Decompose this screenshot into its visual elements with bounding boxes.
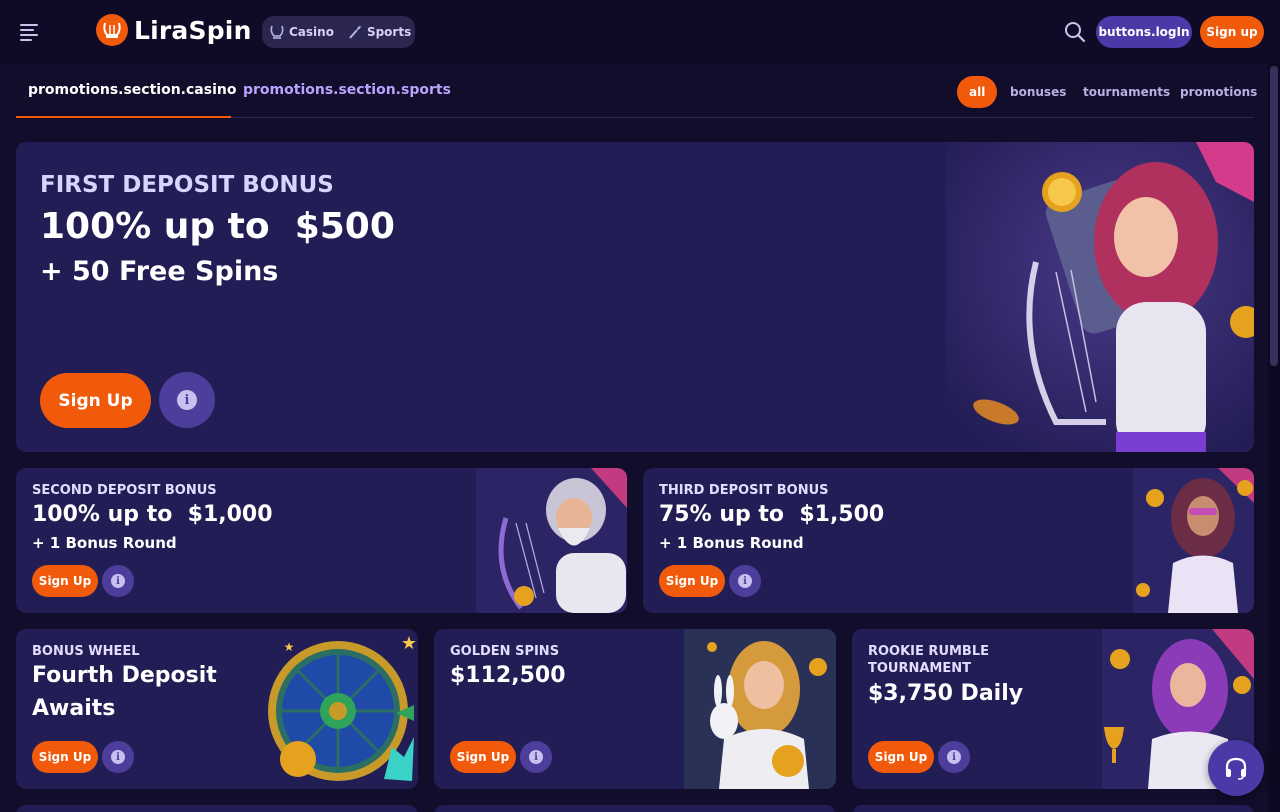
zeus-harp-illustration [476,468,627,613]
promo-card-rookie-rumble: ROOKIE RUMBLE TOURNAMENT $3,750 Daily Si… [852,629,1254,789]
card-eyebrow: SECOND DEPOSIT BONUS [32,483,217,498]
info-icon: i [529,750,543,764]
info-icon: i [947,750,961,764]
svg-text:★: ★ [284,640,295,654]
card-signup-button[interactable]: Sign Up [32,741,98,773]
info-icon: i [111,574,125,588]
card-signup-button[interactable]: Sign Up [659,565,725,597]
card-title: $3,750 Daily [868,681,1024,706]
svg-text:★: ★ [401,633,417,654]
card-info-button[interactable]: i [102,565,134,597]
card-info-button[interactable]: i [729,565,761,597]
mode-casino[interactable]: Casino [270,25,334,39]
promo-card-peek [434,805,836,812]
card-eyebrow-line2: TOURNAMENT [868,661,971,676]
hero-title: 100% up to $500 [40,206,395,247]
filter-all[interactable]: all [957,76,998,108]
mode-casino-label: Casino [289,25,334,39]
card-eyebrow: BONUS WHEEL [32,644,140,659]
filter-promotions[interactable]: promotions [1180,76,1257,108]
card-info-button[interactable]: i [520,741,552,773]
card-info-button[interactable]: i [938,741,970,773]
card-title: 100% up to $1,000 [32,502,273,527]
card-eyebrow-line1: ROOKIE RUMBLE [868,644,990,659]
tab-casino[interactable]: promotions.section.casino [28,82,236,98]
logo[interactable]: LiraSpin [96,14,252,46]
mode-sports-label: Sports [366,25,412,39]
signup-button-header[interactable]: Sign up [1200,16,1264,48]
hero-info-button[interactable]: i [159,372,215,428]
hero-signup-button[interactable]: Sign Up [40,373,151,428]
card-signup-button[interactable]: Sign Up [450,741,516,773]
card-eyebrow: GOLDEN SPINS [450,644,560,659]
promo-card-peek [16,805,418,812]
login-button[interactable]: buttons.logIn [1096,16,1192,48]
card-title: $112,500 [450,663,566,688]
promo-card-third-deposit: THIRD DEPOSIT BONUS 75% up to $1,500 + 1… [643,468,1254,613]
hero-goddess-illustration [946,142,1254,452]
card-eyebrow: THIRD DEPOSIT BONUS [659,483,829,498]
card-info-button[interactable]: i [102,741,134,773]
card-title-line1: Fourth Deposit [32,663,217,688]
info-icon: i [738,574,752,588]
card-subtitle: + 1 Bonus Round [659,534,804,552]
support-chat-button[interactable] [1208,740,1264,796]
menu-icon[interactable] [20,22,42,42]
filter-bonuses[interactable]: bonuses [1010,76,1066,108]
card-title: 75% up to $1,500 [659,502,885,527]
tab-sports[interactable]: promotions.section.sports [243,82,451,98]
hero-subtitle: + 50 Free Spins [40,256,279,287]
mode-sports[interactable]: Sports [348,25,411,39]
promo-card-bonus-wheel: BONUS WHEEL Fourth Deposit Awaits Sign U… [16,629,418,789]
goddess-sunglasses-illustration [1133,468,1254,613]
card-signup-button[interactable]: Sign Up [32,565,98,597]
hero-promo-card: FIRST DEPOSIT BONUS 100% up to $500 + 50… [16,142,1254,452]
filter-tournaments[interactable]: tournaments [1083,76,1170,108]
promotions-section-bar: promotions.section.casino promotions.sec… [16,72,1257,118]
active-tab-indicator [16,116,231,118]
lyre-logo-icon [96,14,128,46]
hero-eyebrow: FIRST DEPOSIT BONUS [40,172,334,198]
card-title-line2: Awaits [32,696,116,721]
casino-sports-switch: Casino Sports [262,16,415,48]
logo-text: LiraSpin [134,15,252,45]
top-header: LiraSpin Casino Sports buttons.logIn Sig… [0,0,1280,64]
promo-card-second-deposit: SECOND DEPOSIT BONUS 100% up to $1,000 +… [16,468,627,613]
scrollbar-thumb[interactable] [1270,66,1278,366]
lyre-icon [270,25,284,39]
golden-spins-illustration [684,629,836,789]
headset-icon [1225,757,1247,780]
card-signup-button[interactable]: Sign Up [868,741,934,773]
promo-card-golden-spins: GOLDEN SPINS $112,500 Sign Up i [434,629,836,789]
promo-card-peek [852,805,1254,812]
info-icon: i [111,750,125,764]
search-icon[interactable] [1064,21,1086,43]
card-subtitle: + 1 Bonus Round [32,534,177,552]
info-icon: i [177,390,197,410]
bonus-wheel-illustration: ★ ★ [268,633,417,781]
torch-icon [349,26,361,39]
